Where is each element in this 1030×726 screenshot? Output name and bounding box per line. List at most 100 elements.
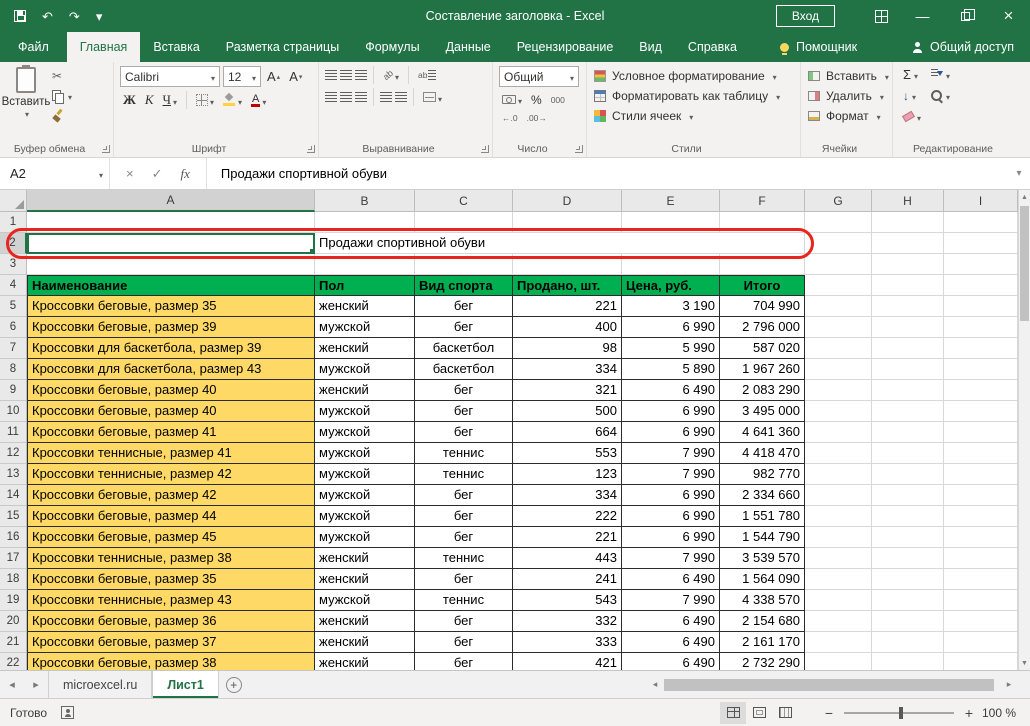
row-header-11[interactable]: 11 (0, 422, 27, 443)
row-header-20[interactable]: 20 (0, 611, 27, 632)
column-header-D[interactable]: D (513, 190, 622, 212)
cell-styles-button[interactable]: Стили ячеек (587, 106, 800, 126)
cell-F15[interactable]: 1 551 780 (720, 506, 805, 527)
cell-F5[interactable]: 704 990 (720, 296, 805, 317)
cell-F16[interactable]: 1 544 790 (720, 527, 805, 548)
cell-G1[interactable] (805, 212, 872, 233)
cell-B6[interactable]: мужской (315, 317, 415, 338)
cell-H20[interactable] (872, 611, 944, 632)
cell-H14[interactable] (872, 485, 944, 506)
cell-H3[interactable] (872, 254, 944, 275)
cell-F14[interactable]: 2 334 660 (720, 485, 805, 506)
cell-B18[interactable]: женский (315, 569, 415, 590)
fill-color-button[interactable] (220, 92, 245, 109)
cell-B3[interactable] (315, 254, 415, 275)
cell-H22[interactable] (872, 653, 944, 670)
cell-E7[interactable]: 5 990 (622, 338, 720, 359)
cell-G7[interactable] (805, 338, 872, 359)
cell-H12[interactable] (872, 443, 944, 464)
cell-F8[interactable]: 1 967 260 (720, 359, 805, 380)
cell-I16[interactable] (944, 527, 1018, 548)
cell-B21[interactable]: женский (315, 632, 415, 653)
borders-button[interactable] (193, 92, 217, 109)
wrap-text-button[interactable]: ab (415, 69, 438, 81)
cell-H1[interactable] (872, 212, 944, 233)
row-header-14[interactable]: 14 (0, 485, 27, 506)
cell-E5[interactable]: 3 190 (622, 296, 720, 317)
copy-button[interactable] (52, 89, 72, 103)
cell-F21[interactable]: 2 161 170 (720, 632, 805, 653)
cell-B11[interactable]: мужской (315, 422, 415, 443)
orientation-button[interactable]: ab (380, 67, 402, 84)
row-header-5[interactable]: 5 (0, 296, 27, 317)
cell-D16[interactable]: 221 (513, 527, 622, 548)
formula-bar-expand-icon[interactable]: ▾ (1008, 158, 1030, 189)
cell-I20[interactable] (944, 611, 1018, 632)
cell-H9[interactable] (872, 380, 944, 401)
cell-I17[interactable] (944, 548, 1018, 569)
sheet-tab-Лист1[interactable]: Лист1 (152, 671, 218, 698)
format-cells-button[interactable]: Формат (801, 106, 892, 126)
cell-C6[interactable]: бег (415, 317, 513, 338)
row-header-6[interactable]: 6 (0, 317, 27, 338)
cell-F17[interactable]: 3 539 570 (720, 548, 805, 569)
ribbon-tab-Справка[interactable]: Справка (675, 32, 750, 62)
cell-I3[interactable] (944, 254, 1018, 275)
cell-I19[interactable] (944, 590, 1018, 611)
cell-B8[interactable]: мужской (315, 359, 415, 380)
cell-I8[interactable] (944, 359, 1018, 380)
zoom-level[interactable]: 100 % (978, 706, 1030, 720)
cell-A15[interactable]: Кроссовки беговые, размер 44 (27, 506, 315, 527)
cell-G16[interactable] (805, 527, 872, 548)
cell-A22[interactable]: Кроссовки беговые, размер 38 (27, 653, 315, 670)
cell-E21[interactable]: 6 490 (622, 632, 720, 653)
name-box[interactable]: A2 (0, 158, 110, 189)
cell-F22[interactable]: 2 732 290 (720, 653, 805, 670)
cell-D8[interactable]: 334 (513, 359, 622, 380)
clear-button[interactable] (903, 108, 921, 125)
cell-D18[interactable]: 241 (513, 569, 622, 590)
cell-B1[interactable] (315, 212, 415, 233)
align-left-icon[interactable] (325, 92, 337, 102)
cell-H16[interactable] (872, 527, 944, 548)
cell-C11[interactable]: бег (415, 422, 513, 443)
cell-E6[interactable]: 6 990 (622, 317, 720, 338)
cell-D12[interactable]: 553 (513, 443, 622, 464)
cell-I2[interactable] (944, 233, 1018, 254)
ribbon-tab-Формулы[interactable]: Формулы (352, 32, 432, 62)
cell-C12[interactable]: теннис (415, 443, 513, 464)
cell-B17[interactable]: женский (315, 548, 415, 569)
cell-F19[interactable]: 4 338 570 (720, 590, 805, 611)
cell-I15[interactable] (944, 506, 1018, 527)
cell-B22[interactable]: женский (315, 653, 415, 670)
cell-C3[interactable] (415, 254, 513, 275)
cell-G4[interactable] (805, 275, 872, 296)
cell-D15[interactable]: 222 (513, 506, 622, 527)
cell-E22[interactable]: 6 490 (622, 653, 720, 670)
cell-C20[interactable]: бег (415, 611, 513, 632)
cell-A5[interactable]: Кроссовки беговые, размер 35 (27, 296, 315, 317)
column-header-F[interactable]: F (720, 190, 805, 212)
add-sheet-button[interactable]: + (219, 671, 249, 698)
cell-H21[interactable] (872, 632, 944, 653)
cell-I10[interactable] (944, 401, 1018, 422)
cell-E13[interactable]: 7 990 (622, 464, 720, 485)
cell-A11[interactable]: Кроссовки беговые, размер 41 (27, 422, 315, 443)
cell-H4[interactable] (872, 275, 944, 296)
row-header-15[interactable]: 15 (0, 506, 27, 527)
cell-D22[interactable]: 421 (513, 653, 622, 670)
cell-B2-title[interactable]: Продажи спортивной обуви (315, 233, 805, 254)
column-header-A[interactable]: A (27, 190, 315, 212)
row-header-19[interactable]: 19 (0, 590, 27, 611)
row-header-7[interactable]: 7 (0, 338, 27, 359)
align-center-icon[interactable] (340, 92, 352, 102)
find-select-button[interactable] (931, 87, 950, 104)
zoom-out-button[interactable]: − (820, 705, 838, 721)
cell-G13[interactable] (805, 464, 872, 485)
cell-C15[interactable]: бег (415, 506, 513, 527)
cell-G17[interactable] (805, 548, 872, 569)
cell-I18[interactable] (944, 569, 1018, 590)
cell-E8[interactable]: 5 890 (622, 359, 720, 380)
cell-D9[interactable]: 321 (513, 380, 622, 401)
cell-E10[interactable]: 6 990 (622, 401, 720, 422)
